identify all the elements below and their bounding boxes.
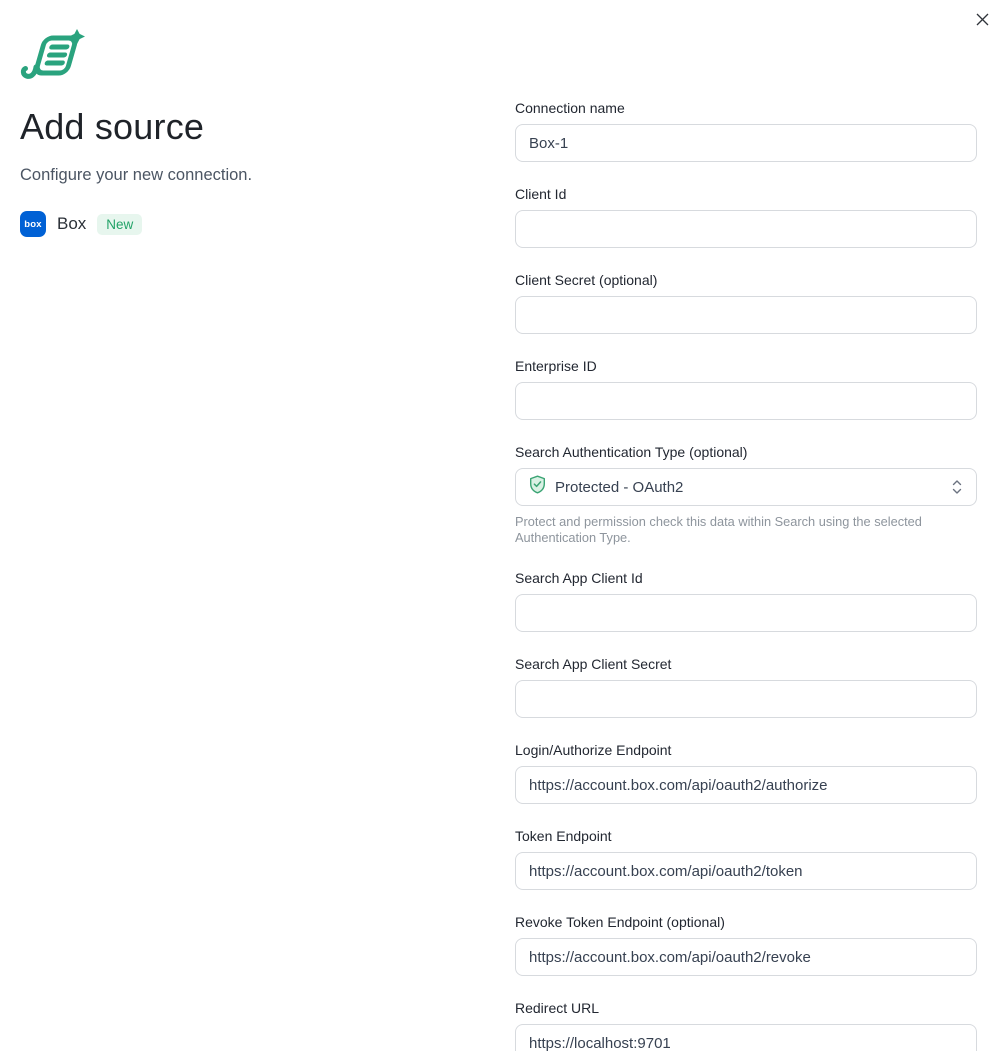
enterprise-id-input[interactable] <box>515 382 977 420</box>
field-revoke-endpoint: Revoke Token Endpoint (optional) <box>515 914 977 976</box>
field-label: Client Secret (optional) <box>515 272 977 288</box>
new-badge: New <box>97 214 142 235</box>
add-source-dialog: Add source Configure your new connection… <box>0 0 1001 1051</box>
field-label: Redirect URL <box>515 1000 977 1016</box>
field-label: Search App Client Secret <box>515 656 977 672</box>
token-endpoint-input[interactable] <box>515 852 977 890</box>
app-logo-icon <box>20 29 440 86</box>
field-redirect-url: Redirect URL <box>515 1000 977 1051</box>
source-name: Box <box>57 214 86 234</box>
chevron-updown-icon <box>951 478 963 496</box>
field-search-auth-type: Search Authentication Type (optional) Pr… <box>515 444 977 546</box>
field-token-endpoint: Token Endpoint <box>515 828 977 890</box>
field-label: Login/Authorize Endpoint <box>515 742 977 758</box>
client-id-input[interactable] <box>515 210 977 248</box>
field-connection-name: Connection name <box>515 100 977 162</box>
close-button[interactable] <box>971 10 993 32</box>
field-search-app-client-secret: Search App Client Secret <box>515 656 977 718</box>
field-client-secret: Client Secret (optional) <box>515 272 977 334</box>
page-subtitle: Configure your new connection. <box>20 166 440 185</box>
selected-source: box Box New <box>20 211 440 237</box>
revoke-endpoint-input[interactable] <box>515 938 977 976</box>
close-icon <box>975 12 990 30</box>
field-label: Client Id <box>515 186 977 202</box>
connection-name-input[interactable] <box>515 124 977 162</box>
field-label: Connection name <box>515 100 977 116</box>
box-logo-icon: box <box>20 211 46 237</box>
field-label: Search App Client Id <box>515 570 977 586</box>
authorize-endpoint-input[interactable] <box>515 766 977 804</box>
search-app-client-id-input[interactable] <box>515 594 977 632</box>
redirect-url-input[interactable] <box>515 1024 977 1051</box>
field-label: Token Endpoint <box>515 828 977 844</box>
shield-check-icon <box>529 475 546 499</box>
search-app-client-secret-input[interactable] <box>515 680 977 718</box>
field-label: Revoke Token Endpoint (optional) <box>515 914 977 930</box>
field-authorize-endpoint: Login/Authorize Endpoint <box>515 742 977 804</box>
field-label: Enterprise ID <box>515 358 977 374</box>
auth-type-value: Protected - OAuth2 <box>555 479 942 496</box>
field-client-id: Client Id <box>515 186 977 248</box>
intro-panel: Add source Configure your new connection… <box>20 29 440 237</box>
auth-type-helper-text: Protect and permission check this data w… <box>515 514 955 546</box>
auth-type-select[interactable]: Protected - OAuth2 <box>515 468 977 506</box>
field-label: Search Authentication Type (optional) <box>515 444 977 460</box>
connection-form: Connection name Client Id Client Secret … <box>515 100 977 1051</box>
client-secret-input[interactable] <box>515 296 977 334</box>
page-title: Add source <box>20 106 440 148</box>
field-search-app-client-id: Search App Client Id <box>515 570 977 632</box>
field-enterprise-id: Enterprise ID <box>515 358 977 420</box>
